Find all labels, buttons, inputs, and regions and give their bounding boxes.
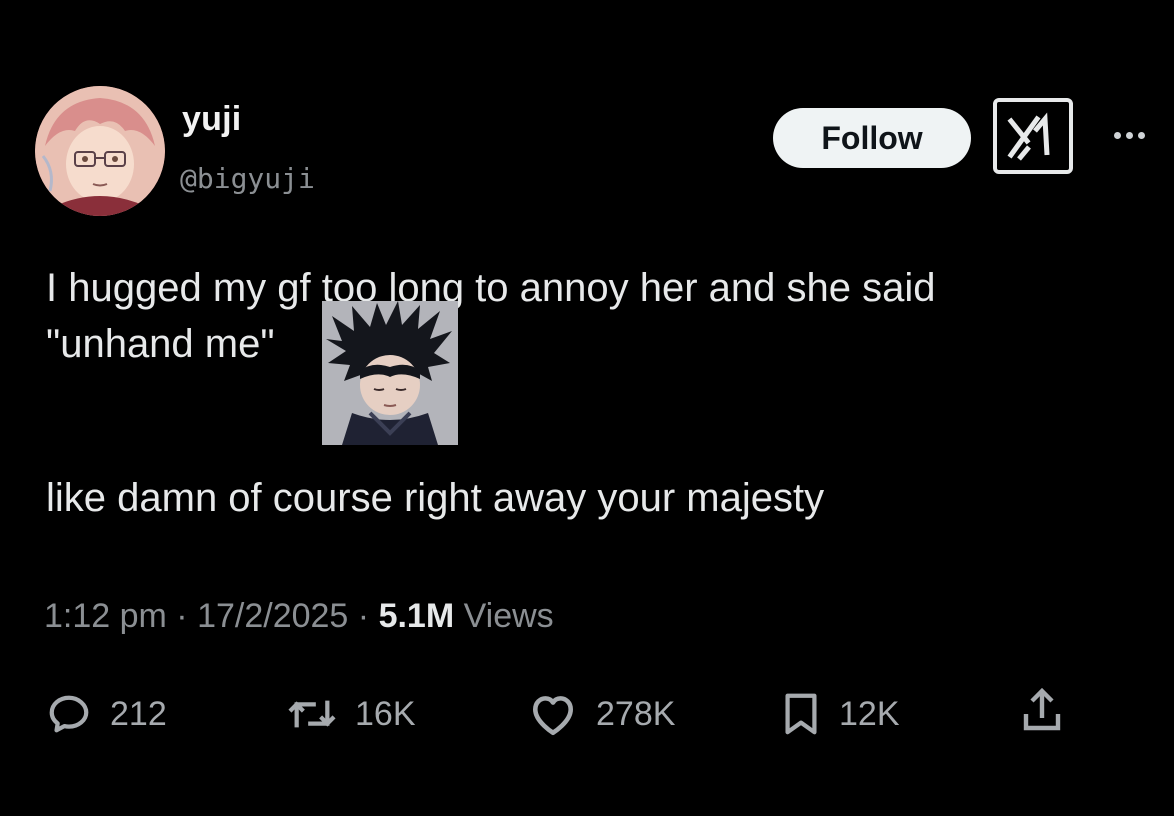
follow-button[interactable]: Follow <box>773 108 971 168</box>
repost-icon <box>288 700 336 728</box>
reply-button[interactable]: 212 <box>46 688 167 740</box>
reply-icon <box>49 695 89 733</box>
author-avatar[interactable] <box>35 86 165 216</box>
bookmark-count: 12K <box>839 694 900 733</box>
share-icon <box>1023 687 1061 731</box>
bookmark-button[interactable]: 12K <box>781 688 900 740</box>
views-count: 5.1M <box>378 597 455 635</box>
reply-count: 212 <box>110 694 167 733</box>
tweet-text-line: "unhand me" <box>46 322 275 366</box>
like-button[interactable]: 278K <box>528 688 675 740</box>
tweet-text-line: I hugged my gf too long to annoy her and… <box>46 266 936 310</box>
repost-button[interactable]: 16K <box>287 688 416 740</box>
like-count: 278K <box>596 694 676 733</box>
more-dots-icon <box>1113 131 1121 139</box>
anime-sticker-image <box>322 301 458 445</box>
repost-count: 16K <box>355 694 416 733</box>
more-options-button[interactable] <box>1104 120 1154 150</box>
tweet-card: yuji @bigyuji Follow I hugged my gf too … <box>0 0 1174 816</box>
grok-button[interactable] <box>993 98 1073 174</box>
heart-icon <box>533 696 573 736</box>
tweet-text: I hugged my gf too long to annoy her and… <box>46 260 1146 526</box>
views-label: Views <box>454 597 554 635</box>
avatar-image <box>35 86 165 216</box>
grok-icon <box>1007 112 1050 161</box>
bookmark-icon <box>785 693 817 735</box>
tweet-meta: 1:12 pm · 17/2/2025 · 5.1M Views <box>44 597 554 636</box>
tweet-date[interactable]: 17/2/2025 <box>197 597 348 635</box>
tweet-time[interactable]: 1:12 pm <box>44 597 167 635</box>
meta-separator: · <box>166 597 198 635</box>
share-button[interactable] <box>1020 686 1064 741</box>
author-display-name[interactable]: yuji <box>182 100 241 139</box>
tweet-text-line: like damn of course right away your maje… <box>46 476 825 520</box>
author-handle[interactable]: @bigyuji <box>180 162 315 195</box>
meta-separator: · <box>348 597 379 635</box>
